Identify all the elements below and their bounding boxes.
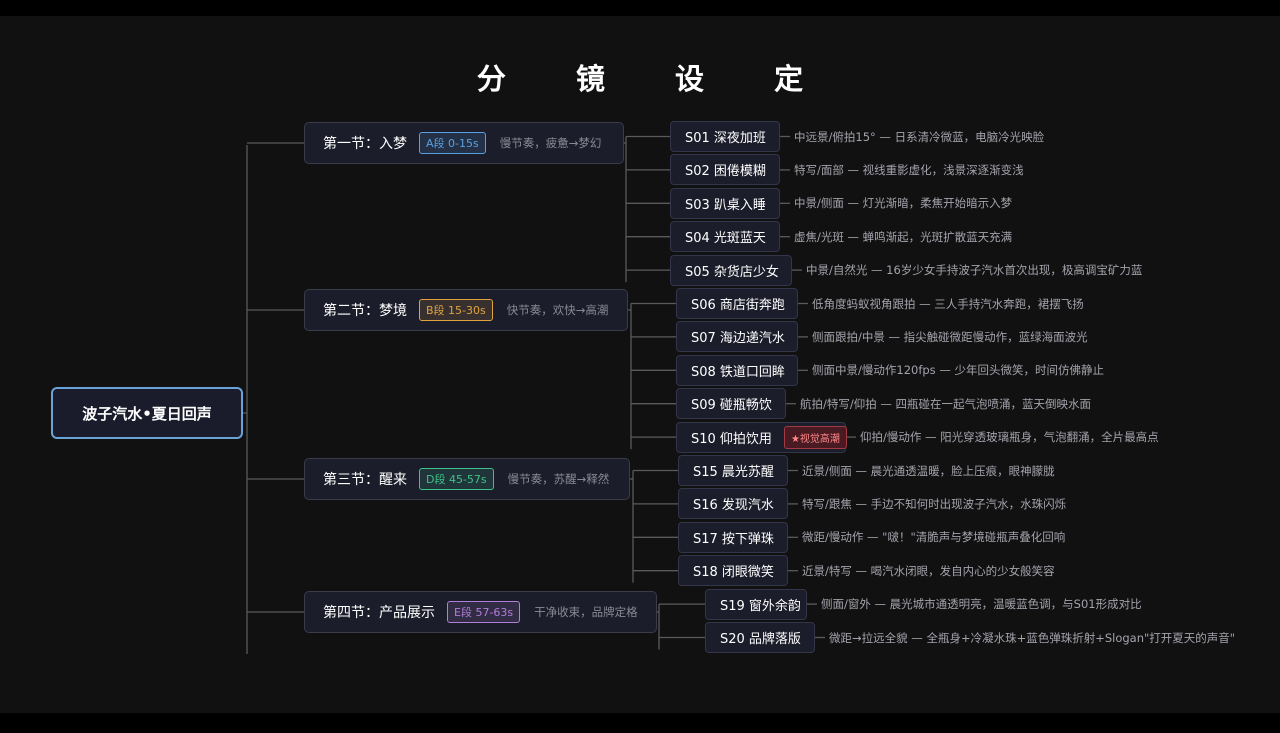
section-node-4[interactable]: 第四节：产品展示 E段 57-63s 干净收束，品牌定格 bbox=[304, 591, 657, 633]
section-description: 慢节奏，苏醒→释然 bbox=[507, 472, 610, 486]
shot-label: S05 杂货店少女 bbox=[685, 264, 779, 280]
shot-node-s05[interactable]: S05 杂货店少女 bbox=[670, 254, 792, 286]
section-node-1[interactable]: 第一节：入梦 A段 0-15s 慢节奏，疲惫→梦幻 bbox=[304, 122, 624, 164]
section-title: 第二节：梦境 bbox=[323, 303, 407, 319]
section-description: 干净收束，品牌定格 bbox=[534, 605, 638, 619]
shot-label: S04 光斑蓝天 bbox=[685, 231, 766, 247]
shot-node-s03[interactable]: S03 趴桌入睡 bbox=[670, 187, 780, 219]
shot-description: 航拍/特写/仰拍 — 四瓶碰在一起气泡喷涌，蓝天倒映水面 bbox=[800, 396, 1092, 411]
shot-label: S02 困倦模糊 bbox=[685, 164, 766, 180]
shot-description: 微距→拉远全貌 — 全瓶身+冷凝水珠+蓝色弹珠折射+Slogan"打开夏天的声音… bbox=[829, 630, 1236, 645]
shot-label: S08 铁道口回眸 bbox=[691, 364, 785, 380]
shot-node-s20[interactable]: S20 品牌落版 bbox=[705, 622, 815, 653]
shot-label: S01 深夜加班 bbox=[685, 131, 766, 146]
shot-description: 侧面/窗外 — 晨光城市通透明亮，温暖蓝色调，与S01形成对比 bbox=[821, 597, 1142, 612]
time-range-badge: A段 0-15s bbox=[419, 132, 486, 154]
shot-label: S19 窗外余韵 bbox=[720, 598, 801, 614]
section-description: 快节奏，欢快→高潮 bbox=[506, 303, 609, 317]
section-node-2[interactable]: 第二节：梦境 B段 15-30s 快节奏，欢快→高潮 bbox=[304, 289, 628, 331]
shot-description: 虚焦/光斑 — 蝉鸣渐起，光斑扩散蓝天充满 bbox=[794, 229, 1013, 244]
shot-label: S18 闭眼微笑 bbox=[693, 565, 774, 581]
shot-node-s02[interactable]: S02 困倦模糊 bbox=[670, 154, 780, 186]
highlight-badge: ★视觉高潮 bbox=[783, 425, 847, 449]
shot-description: 中景/侧面 — 灯光渐暗，柔焦开始暗示入梦 bbox=[794, 196, 1013, 211]
shot-description: 近景/特写 — 喝汽水闭眼，发自内心的少女般笑容 bbox=[802, 563, 1055, 578]
mindmap-canvas: 分 镜 设 定 波子汽水•夏日回声 第一节：入梦 A段 0-15s 慢节奏，疲惫→梦… bbox=[0, 16, 1280, 713]
shot-description: 侧面跟拍/中景 — 指尖触碰微距慢动作，蓝绿海面波光 bbox=[812, 329, 1088, 344]
time-range-badge: B段 15-30s bbox=[419, 299, 493, 321]
shot-description: 特写/面部 — 视线重影虚化，浅景深逐渐变浅 bbox=[794, 162, 1024, 177]
shot-node-s18[interactable]: S18 闭眼微笑 bbox=[678, 555, 788, 587]
shot-label: S09 碰瓶畅饮 bbox=[691, 398, 772, 414]
shot-node-s06[interactable]: S06 商店街奔跑 bbox=[676, 288, 798, 319]
shot-label: S15 晨光苏醒 bbox=[693, 465, 774, 480]
shot-label: S20 品牌落版 bbox=[720, 632, 801, 647]
shot-label: S03 趴桌入睡 bbox=[685, 197, 766, 213]
shot-node-s17[interactable]: S17 按下弹珠 bbox=[678, 521, 788, 553]
shot-description: 近景/侧面 — 晨光通透温暖，脸上压痕，眼神朦胧 bbox=[802, 463, 1055, 478]
shot-description: 特写/跟焦 — 手边不知何时出现波子汽水，水珠闪烁 bbox=[802, 496, 1067, 511]
shot-label: S16 发现汽水 bbox=[693, 498, 774, 514]
time-range-badge: D段 45-57s bbox=[419, 468, 494, 490]
shot-label: S10 仰拍饮用 bbox=[691, 431, 772, 447]
shot-description: 中远景/俯拍15° — 日系清冷微蓝，电脑冷光映脸 bbox=[794, 129, 1045, 144]
shot-description: 中景/自然光 — 16岁少女手持波子汽水首次出现，极高调宝矿力蓝 bbox=[806, 263, 1143, 278]
section-title: 第三节：醒来 bbox=[323, 472, 407, 488]
section-node-3[interactable]: 第三节：醒来 D段 45-57s 慢节奏，苏醒→释然 bbox=[304, 458, 630, 500]
section-title: 第四节：产品展示 bbox=[323, 605, 435, 621]
root-node[interactable]: 波子汽水•夏日回声 bbox=[51, 387, 243, 439]
shot-description: 仰拍/慢动作 — 阳光穿透玻璃瓶身，气泡翻涌，全片最高点 bbox=[860, 430, 1159, 445]
shot-node-s09[interactable]: S09 碰瓶畅饮 bbox=[676, 388, 786, 420]
shot-node-s08[interactable]: S08 铁道口回眸 bbox=[676, 354, 798, 386]
shot-node-s19[interactable]: S19 窗外余韵 bbox=[705, 588, 807, 620]
shot-label: S06 商店街奔跑 bbox=[691, 298, 785, 313]
shot-description: 侧面中景/慢动作120fps — 少年回头微笑，时间仿佛静止 bbox=[812, 363, 1104, 378]
shot-node-s01[interactable]: S01 深夜加班 bbox=[670, 121, 780, 152]
section-description: 慢节奏，疲惫→梦幻 bbox=[499, 136, 602, 150]
shot-node-s16[interactable]: S16 发现汽水 bbox=[678, 488, 788, 520]
shot-label: S07 海边递汽水 bbox=[691, 331, 785, 347]
shot-node-s04[interactable]: S04 光斑蓝天 bbox=[670, 221, 780, 253]
shot-label: S17 按下弹珠 bbox=[693, 531, 774, 547]
shot-node-s07[interactable]: S07 海边递汽水 bbox=[676, 321, 798, 353]
time-range-badge: E段 57-63s bbox=[447, 601, 521, 623]
shot-node-s15[interactable]: S15 晨光苏醒 bbox=[678, 455, 788, 486]
shot-node-s10[interactable]: S10 仰拍饮用 ★视觉高潮 bbox=[676, 421, 847, 453]
shot-description: 微距/慢动作 — "啵！"清脆声与梦境碰瓶声叠化回响 bbox=[802, 530, 1066, 545]
section-title: 第一节：入梦 bbox=[323, 136, 407, 152]
shot-description: 低角度蚂蚁视角跟拍 — 三人手持汽水奔跑，裙摆飞扬 bbox=[812, 296, 1084, 311]
